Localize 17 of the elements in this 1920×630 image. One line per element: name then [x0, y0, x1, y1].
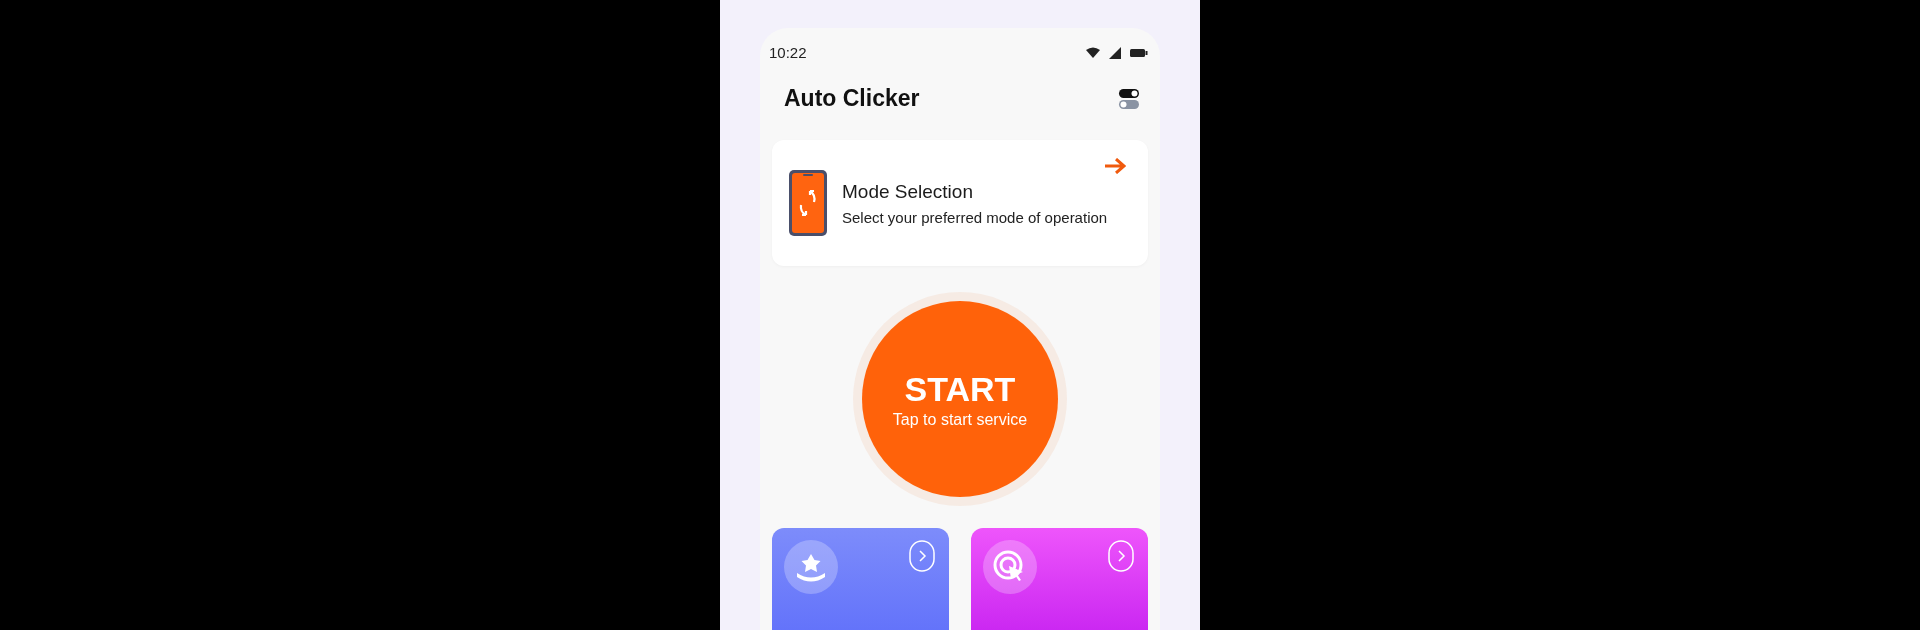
- card-subtitle: Select your preferred mode of operation: [842, 208, 1108, 226]
- wifi-icon: [1086, 47, 1100, 58]
- star-hat-icon: [784, 540, 838, 594]
- signal-icon: [1109, 46, 1121, 59]
- app-title: Auto Clicker: [784, 85, 920, 112]
- card-title: Mode Selection: [842, 180, 974, 203]
- chevron-right-icon[interactable]: [909, 540, 935, 572]
- battery-icon: [1130, 47, 1148, 58]
- feature-card[interactable]: [772, 528, 949, 630]
- feature-card[interactable]: [971, 528, 1148, 630]
- mode-selection-card[interactable]: Mode Selection Select your preferred mode of operation: [772, 140, 1148, 266]
- status-time: 10:22: [769, 44, 807, 61]
- chevron-right-icon[interactable]: [1108, 540, 1134, 572]
- arrow-right-icon[interactable]: [1104, 158, 1126, 174]
- phone-swap-icon: [788, 169, 828, 237]
- toggle-icon[interactable]: [1118, 87, 1140, 110]
- click-target-icon: [983, 540, 1037, 594]
